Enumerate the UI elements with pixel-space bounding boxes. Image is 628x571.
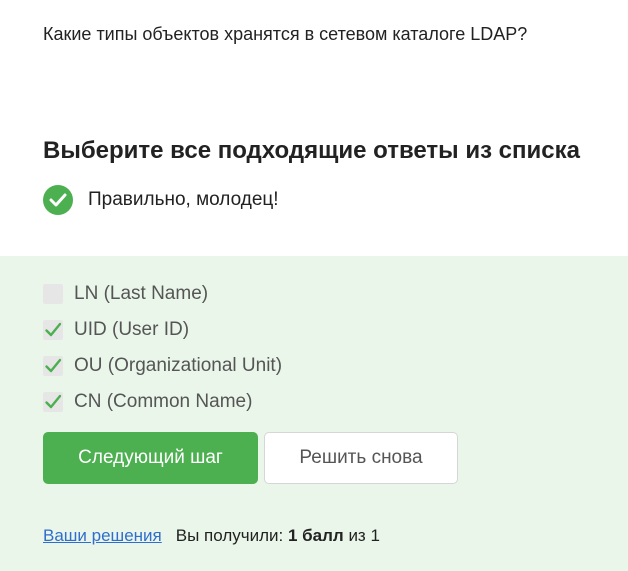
checkbox[interactable] bbox=[43, 392, 63, 412]
option-ou[interactable]: OU (Organizational Unit) bbox=[43, 348, 282, 384]
option-uid[interactable]: UID (User ID) bbox=[43, 312, 282, 348]
checkmark-icon bbox=[45, 394, 62, 409]
option-cn[interactable]: CN (Common Name) bbox=[43, 384, 282, 420]
answers-panel: LN (Last Name) UID (User ID) OU (Organiz… bbox=[0, 256, 628, 571]
question-text: Какие типы объектов хранятся в сетевом к… bbox=[43, 24, 528, 44]
option-ln[interactable]: LN (Last Name) bbox=[43, 276, 282, 312]
option-label: UID (User ID) bbox=[74, 319, 190, 340]
solutions-link[interactable]: Ваши решения bbox=[43, 526, 162, 545]
option-label: OU (Organizational Unit) bbox=[74, 355, 283, 376]
result-row: Ваши решения Вы получили: 1 балл из 1 bbox=[43, 525, 380, 547]
checkmark-icon bbox=[45, 322, 62, 337]
next-step-button[interactable]: Следующий шаг bbox=[43, 432, 258, 484]
score-value: 1 балл bbox=[287, 526, 344, 545]
retry-button[interactable]: Решить снова bbox=[264, 432, 458, 484]
checkbox[interactable] bbox=[43, 284, 63, 304]
feedback-row: Правильно, молодец! bbox=[43, 185, 279, 215]
check-circle-icon bbox=[43, 185, 73, 215]
feedback-text: Правильно, молодец! bbox=[88, 189, 279, 210]
score-total: из 1 bbox=[348, 526, 380, 545]
result-prefix: Вы получили: bbox=[175, 526, 284, 545]
checkbox[interactable] bbox=[43, 356, 63, 376]
checkbox[interactable] bbox=[43, 320, 63, 340]
option-label: CN (Common Name) bbox=[74, 391, 253, 412]
checkmark-icon bbox=[45, 358, 62, 373]
options-list: LN (Last Name) UID (User ID) OU (Organiz… bbox=[43, 276, 282, 420]
option-label: LN (Last Name) bbox=[74, 283, 209, 304]
instruction-heading: Выберите все подходящие ответы из списка bbox=[43, 137, 580, 164]
